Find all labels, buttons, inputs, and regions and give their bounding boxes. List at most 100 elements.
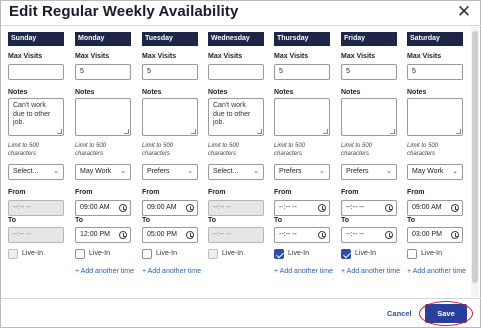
from-time-input-sunday: --:-- -- — [8, 200, 64, 216]
availability-select-friday[interactable]: Prefers ⌄ — [341, 164, 397, 180]
chevron-down-icon: ⌄ — [120, 168, 126, 175]
live-in-label: Live-In — [421, 250, 443, 257]
max-visits-label: Max Visits — [407, 53, 442, 60]
from-label: From — [274, 189, 292, 196]
to-time-input-saturday[interactable]: 03:00 PM — [407, 227, 463, 243]
live-in-label: Live-In — [288, 250, 310, 257]
availability-select-thursday[interactable]: Prefers ⌄ — [274, 164, 330, 180]
add-another-time-link-monday[interactable]: + Add another time — [75, 268, 135, 276]
live-in-checkbox[interactable] — [274, 249, 284, 259]
add-another-time-link-friday[interactable]: + Add another time — [341, 268, 401, 276]
to-time-value: --:-- -- — [346, 231, 364, 238]
resize-grip-icon[interactable] — [124, 129, 129, 134]
resize-grip-icon[interactable] — [191, 129, 196, 134]
resize-grip-icon[interactable] — [323, 129, 328, 134]
max-visits-input-tuesday[interactable]: 5 — [142, 64, 198, 80]
resize-grip-icon[interactable] — [390, 129, 395, 134]
max-visits-input-saturday[interactable]: 5 — [407, 64, 463, 80]
from-time-value: 09:00 AM — [80, 204, 110, 211]
max-visits-input-wednesday[interactable] — [208, 64, 264, 80]
clock-icon[interactable] — [451, 204, 459, 212]
add-another-time-link-thursday[interactable]: + Add another time — [274, 268, 334, 276]
resize-grip-icon[interactable] — [257, 129, 262, 134]
notes-textarea-monday[interactable] — [75, 98, 131, 136]
select-value: May Work — [80, 168, 112, 175]
save-button[interactable]: Save — [425, 304, 467, 323]
day-header-thursday: Thursday — [274, 32, 330, 46]
select-value: Prefers — [346, 168, 369, 175]
to-time-input-monday[interactable]: 12:00 PM — [75, 227, 131, 243]
cancel-button[interactable]: Cancel — [387, 309, 412, 318]
from-label: From — [208, 189, 226, 196]
availability-select-wednesday[interactable]: Select... ⌄ — [208, 164, 264, 180]
clock-icon[interactable] — [186, 231, 194, 239]
day-column-sunday: Sunday Max Visits Notes Can't work due to o… — [8, 32, 64, 259]
max-visits-input-sunday[interactable] — [8, 64, 64, 80]
day-header-monday: Monday — [75, 32, 131, 46]
max-visits-input-friday[interactable]: 5 — [341, 64, 397, 80]
notes-textarea-thursday[interactable] — [274, 98, 330, 136]
to-time-input-sunday: --:-- -- — [8, 227, 64, 243]
notes-label: Notes — [274, 89, 294, 96]
from-label: From — [8, 189, 26, 196]
clock-icon[interactable] — [385, 231, 393, 239]
resize-grip-icon[interactable] — [57, 129, 62, 134]
character-limit-hint: Limit to 500 characters — [274, 143, 306, 157]
max-visits-input-monday[interactable]: 5 — [75, 64, 131, 80]
add-another-time-link-tuesday[interactable]: + Add another time — [142, 268, 202, 276]
from-label: From — [142, 189, 160, 196]
vertical-scrollbar[interactable] — [471, 27, 479, 297]
day-header-friday: Friday — [341, 32, 397, 46]
resize-grip-icon[interactable] — [456, 129, 461, 134]
clock-icon[interactable] — [385, 204, 393, 212]
to-time-input-wednesday: --:-- -- — [208, 227, 264, 243]
add-another-time-link-saturday[interactable]: + Add another time — [407, 268, 467, 276]
to-label: To — [274, 217, 283, 224]
from-time-value: --:-- -- — [213, 204, 231, 211]
clock-icon[interactable] — [186, 204, 194, 212]
from-time-input-monday[interactable]: 09:00 AM — [75, 200, 131, 216]
clock-icon[interactable] — [318, 231, 326, 239]
live-in-checkbox — [8, 249, 18, 259]
character-limit-hint: Limit to 500 characters — [8, 143, 40, 157]
clock-icon[interactable] — [119, 204, 127, 212]
notes-textarea-tuesday[interactable] — [142, 98, 198, 136]
to-time-input-friday[interactable]: --:-- -- — [341, 227, 397, 243]
select-value: Select... — [13, 168, 39, 175]
clock-icon[interactable] — [318, 204, 326, 212]
scrollbar-thumb[interactable] — [472, 31, 478, 283]
clock-icon[interactable] — [119, 231, 127, 239]
dialog-title: Edit Regular Weekly Availability — [9, 3, 239, 20]
notes-textarea-friday[interactable] — [341, 98, 397, 136]
character-limit-hint: Limit to 500 characters — [407, 143, 439, 157]
to-time-input-thursday[interactable]: --:-- -- — [274, 227, 330, 243]
chevron-down-icon: ⌄ — [386, 168, 392, 175]
from-time-input-thursday[interactable]: --:-- -- — [274, 200, 330, 216]
to-time-value: 05:00 PM — [147, 231, 177, 238]
availability-select-monday[interactable]: May Work ⌄ — [75, 164, 131, 180]
live-in-checkbox[interactable] — [407, 249, 417, 259]
live-in-checkbox[interactable] — [75, 249, 85, 259]
availability-select-sunday[interactable]: Select... ⌄ — [8, 164, 64, 180]
live-in-checkbox[interactable] — [142, 249, 152, 259]
notes-textarea-wednesday[interactable]: Can't work due to other job. — [208, 98, 264, 136]
from-time-input-friday[interactable]: --:-- -- — [341, 200, 397, 216]
to-label: To — [208, 217, 217, 224]
availability-select-saturday[interactable]: May Work ⌄ — [407, 164, 463, 180]
to-label: To — [8, 217, 17, 224]
to-time-input-tuesday[interactable]: 05:00 PM — [142, 227, 198, 243]
to-label: To — [75, 217, 84, 224]
max-visits-input-thursday[interactable]: 5 — [274, 64, 330, 80]
notes-textarea-saturday[interactable] — [407, 98, 463, 136]
max-visits-label: Max Visits — [75, 53, 110, 60]
close-icon[interactable]: ✕ — [456, 2, 472, 22]
notes-textarea-sunday[interactable]: Can't work due to other job. — [8, 98, 64, 136]
from-time-input-saturday[interactable]: 09:00 AM — [407, 200, 463, 216]
character-limit-hint: Limit to 500 characters — [75, 143, 107, 157]
clock-icon[interactable] — [451, 231, 459, 239]
availability-select-tuesday[interactable]: Prefers ⌄ — [142, 164, 198, 180]
from-time-input-tuesday[interactable]: 09:00 AM — [142, 200, 198, 216]
to-label: To — [341, 217, 350, 224]
header-divider — [1, 25, 481, 26]
live-in-checkbox[interactable] — [341, 249, 351, 259]
